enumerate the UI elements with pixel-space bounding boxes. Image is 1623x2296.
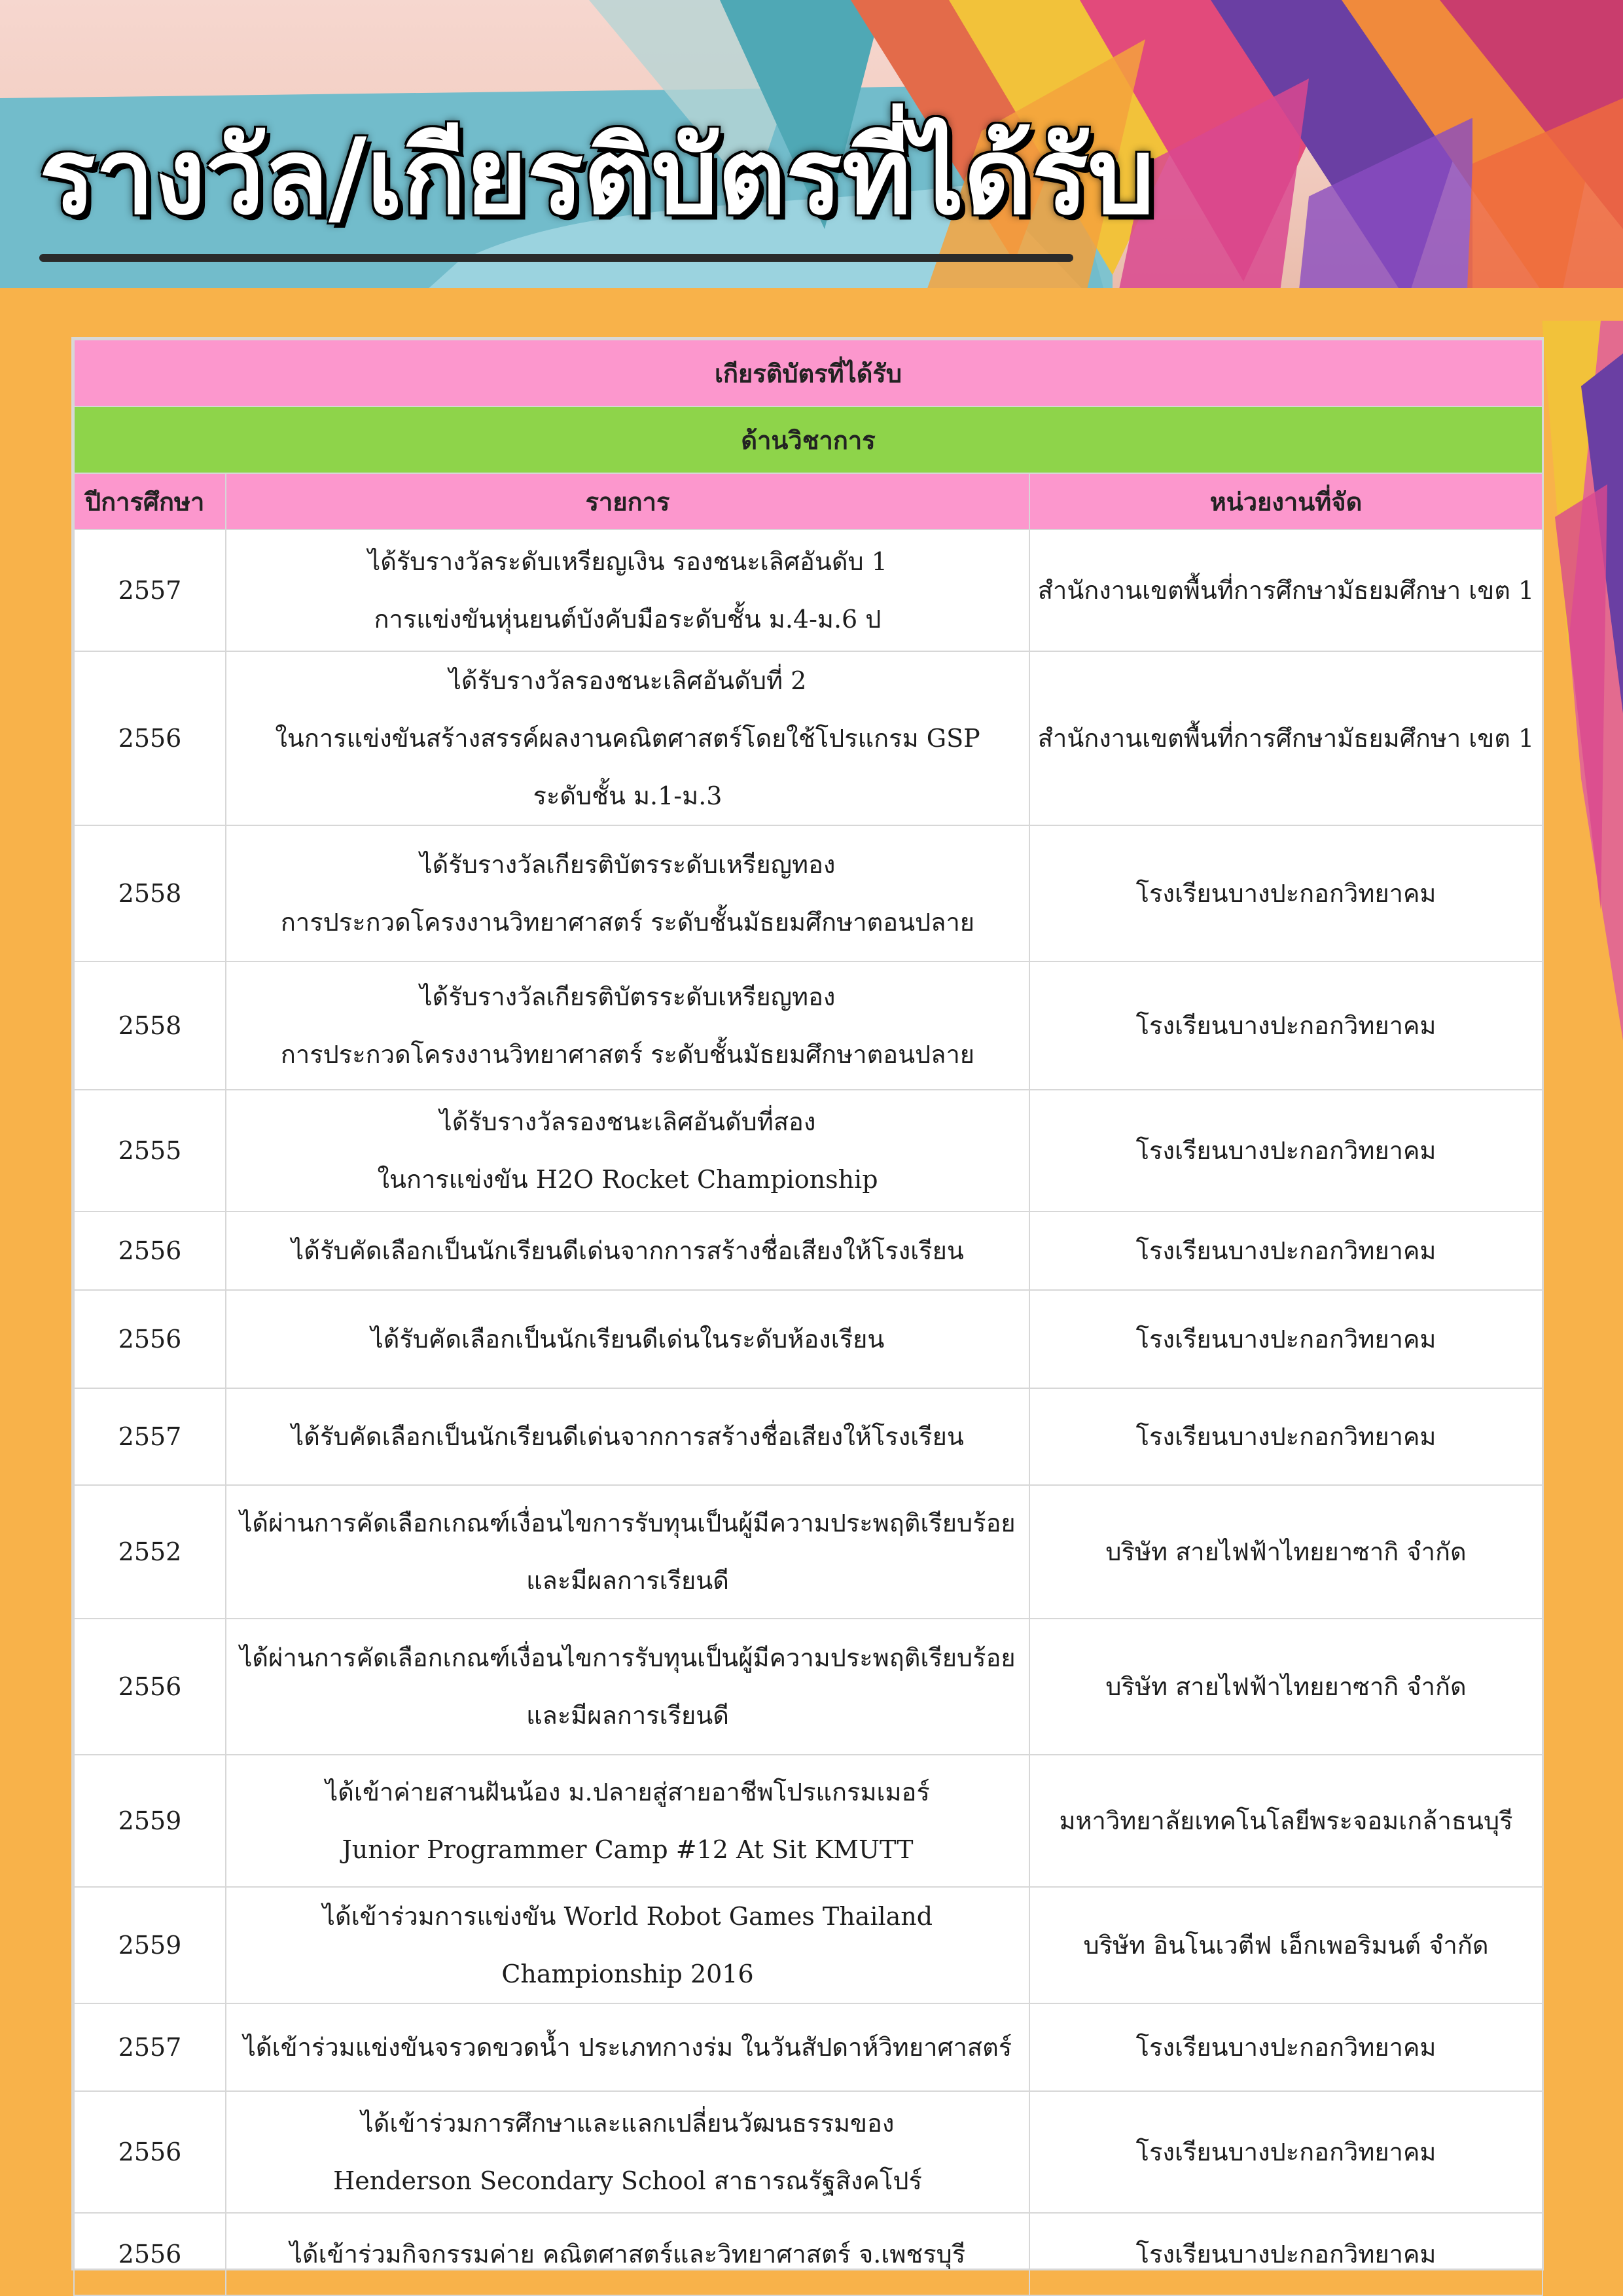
cell-organizer: โรงเรียนบางปะกอกวิทยาคม [1028,1089,1544,1212]
column-header-year: ปีการศึกษา [73,473,226,530]
cell-item: ได้รับรางวัลรองชนะเลิศอันดับที่สองในการแ… [225,1089,1030,1212]
table-row: 2552 ได้ผ่านการคัดเลือกเกณฑ์เงื่อนไขการรั… [73,1484,1544,1619]
cell-year: 2558 [73,825,226,962]
cell-item: ได้รับคัดเลือกเป็นนักเรียนดีเด่นจากการสร… [225,1211,1030,1291]
item-line: ได้ผ่านการคัดเลือกเกณฑ์เงื่อนไขการรับทุน… [240,1509,1016,1537]
item-line: ได้รับคัดเลือกเป็นนักเรียนดีเด่นจากการสร… [291,1422,964,1451]
table-row: 2557 ได้เข้าร่วมแข่งขันจรวดขวดน้ำ ประเภทก… [73,2003,1544,2092]
cell-organizer: บริษัท อินโนเวตีฟ เอ็กเพอริมนต์ จำกัด [1028,1886,1544,2004]
table-row: 2558 ได้รับรางวัลเกียรติบัตรระดับเหรียญทอ… [73,961,1544,1090]
page-title: รางวัล/เกียรติบัตรที่ได้รับ [39,115,1155,238]
item-line: ได้รับคัดเลือกเป็นนักเรียนดีเด่นในระดับห… [370,1325,885,1354]
title-underline [39,254,1073,262]
table-row: 2556 ได้รับรางวัลรองชนะเลิศอันดับที่ 2 ในก… [73,651,1544,826]
item-line: ได้เข้าร่วมกิจกรรมค่าย คณิตศาสตร์และวิทย… [289,2240,966,2269]
cell-year: 2557 [73,1388,226,1486]
column-header-organizer: หน่วยงานที่จัด [1028,473,1544,530]
table-row: 2556 ได้ผ่านการคัดเลือกเกณฑ์เงื่อนไขการรั… [73,1618,1544,1755]
item-line: ได้รับรางวัลรองชนะเลิศอันดับที่ 2 [448,666,807,695]
cell-organizer: โรงเรียนบางปะกอกวิทยาคม [1028,961,1544,1090]
item-line: การแข่งขันหุ่นยนต์บังคับมือระดับชั้น ม.4… [374,605,882,634]
cell-year: 2556 [73,2090,226,2214]
cell-year: 2559 [73,1886,226,2004]
cell-organizer: โรงเรียนบางปะกอกวิทยาคม [1028,2090,1544,2214]
item-line: และมีผลการเรียนดี [526,1566,729,1595]
cell-year: 2552 [73,1484,226,1619]
cell-item: ได้ผ่านการคัดเลือกเกณฑ์เงื่อนไขการรับทุน… [225,1484,1030,1619]
cell-organizer: โรงเรียนบางปะกอกวิทยาคม [1028,1388,1544,1486]
item-line: ได้รับรางวัลเกียรติบัตรระดับเหรียญทอง [419,850,836,879]
cell-year: 2557 [73,529,226,652]
cell-year: 2556 [73,651,226,826]
table-row: 2559 ได้เข้าร่วมการแข่งขัน World Robot Ga… [73,1886,1544,2004]
cell-item: ได้รับรางวัลเกียรติบัตรระดับเหรียญทองการ… [225,825,1030,962]
item-line: ได้รับรางวัลระดับเหรียญเงิน รองชนะเลิศอั… [368,547,887,576]
table-title: เกียรติบัตรที่ได้รับ [73,339,1544,407]
cell-year: 2556 [73,1211,226,1291]
column-header-item: รายการ [225,473,1030,530]
award-rows: 2557 ได้รับรางวัลระดับเหรียญเงิน รองชนะเล… [73,529,1544,2296]
item-line: ได้เข้าร่วมการศึกษาและแลกเปลี่ยนวัฒนธรรม… [361,2109,895,2138]
cell-item: ได้รับคัดเลือกเป็นนักเรียนดีเด่นจากการสร… [225,1388,1030,1486]
cell-year: 2556 [73,2212,226,2296]
table-row: 2556 ได้รับคัดเลือกเป็นนักเรียนดีเด่นจากก… [73,1211,1544,1291]
side-decoration [1542,321,1623,1041]
cell-year: 2559 [73,1754,226,1888]
item-line: ได้เข้าค่ายสานฝันน้อง ม.ปลายสู่สายอาชีพโ… [325,1778,930,1806]
item-line: ได้ผ่านการคัดเลือกเกณฑ์เงื่อนไขการรับทุน… [240,1643,1016,1672]
cell-item: ได้เข้าร่วมการศึกษาและแลกเปลี่ยนวัฒนธรรม… [225,2090,1030,2214]
cell-organizer: สำนักงานเขตพื้นที่การศึกษามัธยมศึกษา เขต… [1028,651,1544,826]
item-line: การประกวดโครงงานวิทยาศาสตร์ ระดับชั้นมัธ… [280,1040,975,1069]
awards-sheet: เกียรติบัตรที่ได้รับ ด้านวิชาการ ปีการศึ… [73,339,1544,2296]
cell-organizer: บริษัท สายไฟฟ้าไทยยาซากิ จำกัด [1028,1484,1544,1619]
cell-year: 2558 [73,961,226,1090]
cell-organizer: โรงเรียนบางปะกอกวิทยาคม [1028,825,1544,962]
cell-year: 2557 [73,2003,226,2092]
table-row: 2559 ได้เข้าค่ายสานฝันน้อง ม.ปลายสู่สายอา… [73,1754,1544,1888]
cell-organizer: บริษัท สายไฟฟ้าไทยยาซากิ จำกัด [1028,1618,1544,1755]
table-row: 2556 ได้เข้าร่วมการศึกษาและแลกเปลี่ยนวัฒน… [73,2090,1544,2214]
cell-year: 2556 [73,1289,226,1389]
cell-item: ได้รับรางวัลรองชนะเลิศอันดับที่ 2 ในการแข… [225,651,1030,826]
item-line: ระดับชั้น ม.1-ม.3 [533,781,722,810]
table-row: 2555 ได้รับรางวัลรองชนะเลิศอันดับที่สอง ใน… [73,1089,1544,1212]
item-line: Henderson Secondary School สาธารณรัฐสิงค… [333,2166,922,2195]
cell-item: ได้เข้าร่วมกิจกรรมค่าย คณิตศาสตร์และวิทย… [225,2212,1030,2296]
cell-organizer: โรงเรียนบางปะกอกวิทยาคม [1028,1289,1544,1389]
section-title: ด้านวิชาการ [73,406,1544,474]
cell-item: ได้เข้าร่วมแข่งขันจรวดขวดน้ำ ประเภทกางร่… [225,2003,1030,2092]
cell-item: ได้รับคัดเลือกเป็นนักเรียนดีเด่นในระดับห… [225,1289,1030,1389]
item-line: ได้รับคัดเลือกเป็นนักเรียนดีเด่นจากการสร… [291,1236,964,1265]
table-row: 2556 ได้เข้าร่วมกิจกรรมค่าย คณิตศาสตร์และ… [73,2212,1544,2296]
cell-year: 2555 [73,1089,226,1212]
table-row: 2558 ได้รับรางวัลเกียรติบัตรระดับเหรียญทอ… [73,825,1544,962]
cell-item: ได้เข้าค่ายสานฝันน้อง ม.ปลายสู่สายอาชีพโ… [225,1754,1030,1888]
item-line: ได้รับรางวัลรองชนะเลิศอันดับที่สอง [439,1107,816,1136]
item-line: ได้รับรางวัลเกียรติบัตรระดับเหรียญทอง [419,982,836,1011]
cell-organizer: สำนักงานเขตพื้นที่การศึกษามัธยมศึกษา เขต… [1028,529,1544,652]
awards-table: เกียรติบัตรที่ได้รับ ด้านวิชาการ ปีการศึ… [73,339,1544,2296]
cell-item: ได้ผ่านการคัดเลือกเกณฑ์เงื่อนไขการรับทุน… [225,1618,1030,1755]
cell-organizer: มหาวิทยาลัยเทคโนโลยีพระจอมเกล้าธนบุรี [1028,1754,1544,1888]
item-line: และมีผลการเรียนดี [526,1701,729,1730]
item-line: การประกวดโครงงานวิทยาศาสตร์ ระดับชั้นมัธ… [280,908,975,937]
item-line: ได้เข้าร่วมแข่งขันจรวดขวดน้ำ ประเภทกางร่… [243,2033,1012,2062]
table-row: 2557 ได้รับรางวัลระดับเหรียญเงิน รองชนะเล… [73,529,1544,652]
cell-year: 2556 [73,1618,226,1755]
table-row: 2557 ได้รับคัดเลือกเป็นนักเรียนดีเด่นจากก… [73,1388,1544,1486]
cell-item: ได้รับรางวัลเกียรติบัตรระดับเหรียญทองการ… [225,961,1030,1090]
item-line: Junior Programmer Camp #12 At Sit KMUTT [342,1835,914,1864]
cell-item: ได้รับรางวัลระดับเหรียญเงิน รองชนะเลิศอั… [225,529,1030,652]
cell-organizer: โรงเรียนบางปะกอกวิทยาคม [1028,2212,1544,2296]
cell-organizer: โรงเรียนบางปะกอกวิทยาคม [1028,2003,1544,2092]
item-line: ในการแข่งขันสร้างสรรค์ผลงานคณิตศาสตร์โดย… [275,724,980,753]
table-row: 2556 ได้รับคัดเลือกเป็นนักเรียนดีเด่นในระ… [73,1289,1544,1389]
cell-organizer: โรงเรียนบางปะกอกวิทยาคม [1028,1211,1544,1291]
item-line: ได้เข้าร่วมการแข่งขัน World Robot Games … [322,1902,933,1988]
header-banner: รางวัล/เกียรติบัตรที่ได้รับ [0,0,1623,321]
cell-item: ได้เข้าร่วมการแข่งขัน World Robot Games … [225,1886,1030,2004]
item-line: ในการแข่งขัน H2O Rocket Championship [377,1165,878,1194]
